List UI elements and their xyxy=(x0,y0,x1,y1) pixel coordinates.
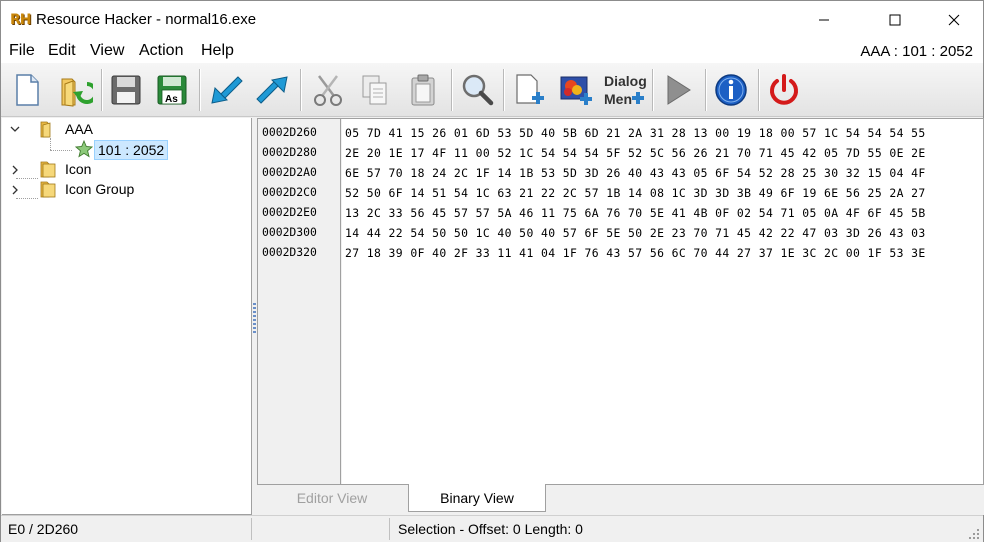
add-resource-button[interactable] xyxy=(508,69,550,111)
add-image-resource-icon xyxy=(560,76,592,105)
svg-text:Dialog: Dialog xyxy=(604,73,647,89)
new-button[interactable] xyxy=(6,69,48,111)
status-bar: E0 / 2D260 Selection - Offset: 0 Length:… xyxy=(1,515,983,542)
status-selection: Selection - Offset: 0 Length: 0 xyxy=(398,521,583,537)
info-icon xyxy=(715,74,747,106)
offset-label: 0002D2E0 xyxy=(262,205,317,219)
collapse-chevron-icon[interactable] xyxy=(10,124,20,134)
exit-button[interactable] xyxy=(763,69,805,111)
menu-edit[interactable]: Edit xyxy=(48,42,76,60)
menu-bar: File Edit View Action Help AAA : 101 : 2… xyxy=(1,39,983,63)
open-folder-icon xyxy=(61,78,93,107)
save-icon xyxy=(111,75,141,105)
star-icon xyxy=(75,140,93,158)
paste-button[interactable] xyxy=(402,69,444,111)
app-logo: RH xyxy=(10,12,32,28)
cut-button[interactable] xyxy=(307,69,349,111)
menu-help[interactable]: Help xyxy=(201,42,234,60)
compile-back-arrow-icon xyxy=(211,76,243,104)
svg-text:Men: Men xyxy=(604,91,632,107)
offset-column: 0002D260 0002D280 0002D2A0 0002D2C0 0002… xyxy=(258,119,341,484)
copy-icon xyxy=(362,75,387,105)
offset-label: 0002D280 xyxy=(262,145,317,159)
minimize-button[interactable] xyxy=(801,1,847,39)
hex-data-area[interactable]: 05 7D 41 15 26 01 6D 53 5D 40 5B 6D 21 2… xyxy=(342,119,983,484)
hex-row[interactable]: 52 50 6F 14 51 54 1C 63 21 22 2C 57 1B 1… xyxy=(345,183,926,203)
copy-button[interactable] xyxy=(354,69,396,111)
splitter-grip-icon xyxy=(253,303,256,333)
play-script-icon xyxy=(667,75,691,105)
view-tabs: Editor View Binary View xyxy=(257,484,984,515)
menu-file[interactable]: File xyxy=(9,42,35,60)
maximize-button[interactable] xyxy=(872,1,918,39)
status-position: E0 / 2D260 xyxy=(8,521,79,537)
save-as-icon: As xyxy=(157,75,187,105)
tree-node-icon-group[interactable]: Icon Group xyxy=(65,181,134,197)
folder-icon xyxy=(40,161,56,178)
offset-label: 0002D300 xyxy=(262,225,317,239)
menu-action[interactable]: Action xyxy=(139,42,183,60)
tab-binary-view[interactable]: Binary View xyxy=(408,484,546,512)
tree-node-icon[interactable]: Icon xyxy=(65,161,91,177)
about-button[interactable] xyxy=(710,69,752,111)
save-button[interactable] xyxy=(105,69,147,111)
toolbar: As Dialog Men xyxy=(1,63,983,117)
expand-chevron-icon[interactable] xyxy=(10,165,20,175)
minimize-icon xyxy=(819,19,829,21)
binary-view: 0002D260 0002D280 0002D2A0 0002D2C0 0002… xyxy=(257,118,984,485)
save-as-button[interactable]: As xyxy=(151,69,193,111)
hex-row[interactable]: 14 44 22 54 50 50 1C 40 50 40 57 6F 5E 5… xyxy=(345,223,926,243)
window-title: Resource Hacker - normal16.exe xyxy=(36,11,257,28)
close-icon xyxy=(948,14,960,26)
open-folder-icon xyxy=(40,121,51,138)
cut-icon xyxy=(314,75,342,106)
maximize-icon xyxy=(889,14,901,26)
tree-node-101-2052[interactable]: 101 : 2052 xyxy=(94,140,169,160)
dialog-menu-button[interactable]: Dialog Men xyxy=(602,69,648,111)
title-bar: RH Resource Hacker - normal16.exe xyxy=(1,1,983,39)
hex-row[interactable]: 05 7D 41 15 26 01 6D 53 5D 40 5B 6D 21 2… xyxy=(345,123,926,143)
new-file-icon xyxy=(16,74,39,106)
compile-forward-button[interactable] xyxy=(253,69,295,111)
hex-row[interactable]: 2E 20 1E 17 4F 11 00 52 1C 54 54 54 5F 5… xyxy=(345,143,926,163)
offset-label: 0002D320 xyxy=(262,245,317,259)
resource-indicator: AAA : 101 : 2052 xyxy=(860,43,973,60)
paste-icon xyxy=(411,74,435,106)
tree-node-aaa[interactable]: AAA xyxy=(65,121,93,137)
hex-row[interactable]: 6E 57 70 18 24 2C 1F 14 1B 53 5D 3D 26 4… xyxy=(345,163,926,183)
app-window: RH Resource Hacker - normal16.exe File E… xyxy=(0,0,984,542)
compile-back-button[interactable] xyxy=(204,69,246,111)
folder-icon xyxy=(40,181,56,198)
find-button[interactable] xyxy=(456,69,498,111)
power-icon xyxy=(770,74,798,105)
resize-grip-icon[interactable] xyxy=(968,528,980,540)
close-button[interactable] xyxy=(931,1,977,39)
svg-text:As: As xyxy=(165,94,178,105)
run-script-button[interactable] xyxy=(657,69,699,111)
offset-label: 0002D2C0 xyxy=(262,185,317,199)
open-button[interactable] xyxy=(54,69,96,111)
offset-label: 0002D260 xyxy=(262,125,317,139)
add-image-resource-button[interactable] xyxy=(555,69,597,111)
tab-editor-view[interactable]: Editor View xyxy=(257,485,407,511)
hex-row[interactable]: 27 18 39 0F 40 2F 33 11 41 04 1F 76 43 5… xyxy=(345,243,926,263)
menu-view[interactable]: View xyxy=(90,42,124,60)
find-icon xyxy=(462,74,494,106)
resource-tree: AAA 101 : 2052 Icon Icon Group xyxy=(2,118,252,515)
dialog-menu-icon: Dialog Men xyxy=(604,73,647,107)
expand-chevron-icon[interactable] xyxy=(10,185,20,195)
add-resource-icon xyxy=(516,74,544,104)
compile-forward-arrow-icon xyxy=(256,76,288,104)
offset-label: 0002D2A0 xyxy=(262,165,317,179)
hex-row[interactable]: 13 2C 33 56 45 57 57 5A 46 11 75 6A 76 7… xyxy=(345,203,926,223)
